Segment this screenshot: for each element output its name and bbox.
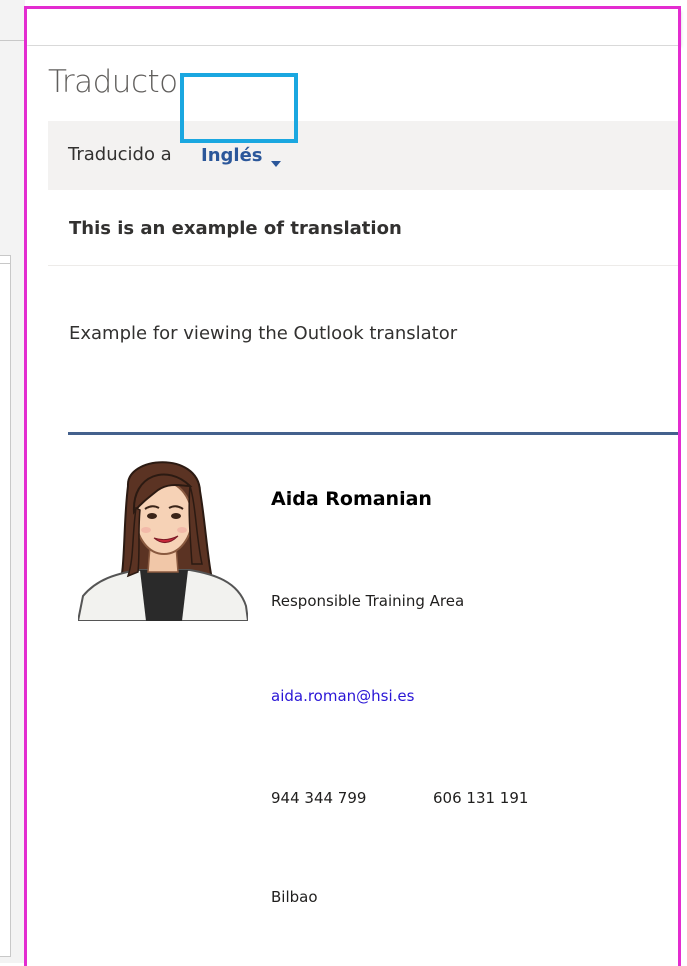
document-corner: [0, 255, 10, 264]
document-edge: [0, 255, 11, 957]
pane-highlight-frame: [24, 6, 681, 966]
background-window: [0, 0, 25, 963]
window-divider: [0, 40, 25, 41]
